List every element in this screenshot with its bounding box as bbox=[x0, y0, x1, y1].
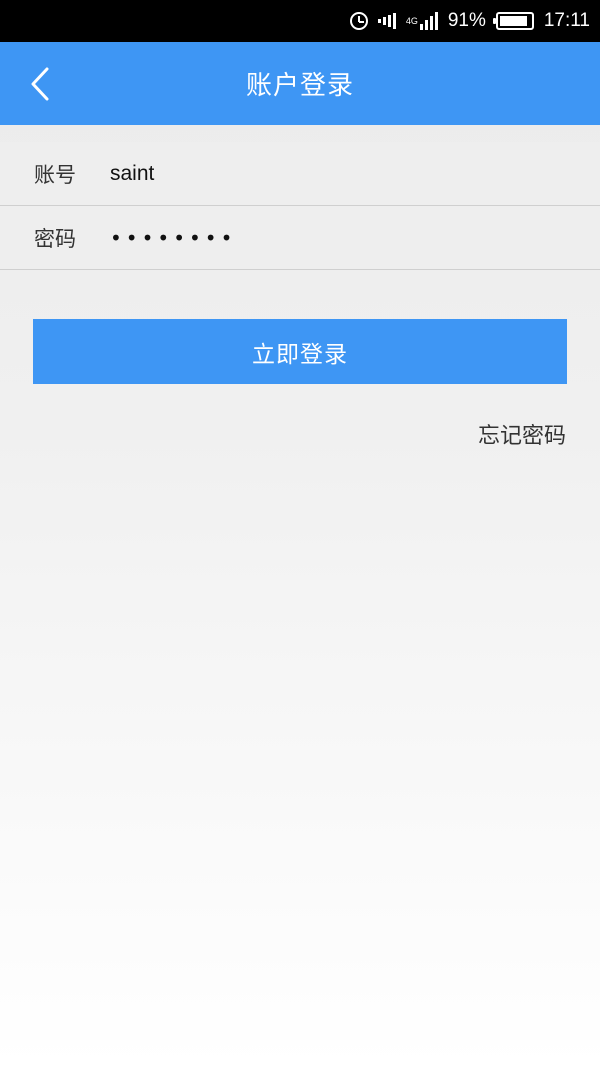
alarm-icon bbox=[349, 12, 368, 30]
forgot-password-link[interactable]: 忘记密码 bbox=[478, 418, 566, 450]
cell-signal-icon: 4G bbox=[406, 12, 438, 30]
account-row: 账号 bbox=[0, 142, 600, 206]
status-bar: 4G 91% 17:11 bbox=[0, 0, 600, 42]
back-button[interactable] bbox=[20, 62, 60, 105]
wifi-signal-icon bbox=[377, 12, 396, 30]
login-button[interactable]: 立即登录 bbox=[33, 319, 567, 384]
network-type: 4G bbox=[405, 15, 418, 26]
password-input[interactable]: •••••••• bbox=[110, 226, 600, 250]
page-title: 账户登录 bbox=[245, 71, 354, 101]
app-header: 账户登录 bbox=[0, 42, 600, 125]
login-form: 账号 密码 •••••••• bbox=[0, 142, 600, 270]
battery-icon bbox=[492, 12, 534, 30]
account-label: 账号 bbox=[34, 162, 76, 187]
chevron-left-icon bbox=[31, 67, 49, 100]
battery-percent: 91% bbox=[447, 10, 486, 31]
account-input[interactable] bbox=[110, 142, 600, 205]
battery-fill bbox=[499, 16, 528, 26]
password-row: 密码 •••••••• bbox=[0, 206, 600, 270]
clock: 17:11 bbox=[543, 10, 590, 31]
password-label: 密码 bbox=[34, 226, 76, 251]
